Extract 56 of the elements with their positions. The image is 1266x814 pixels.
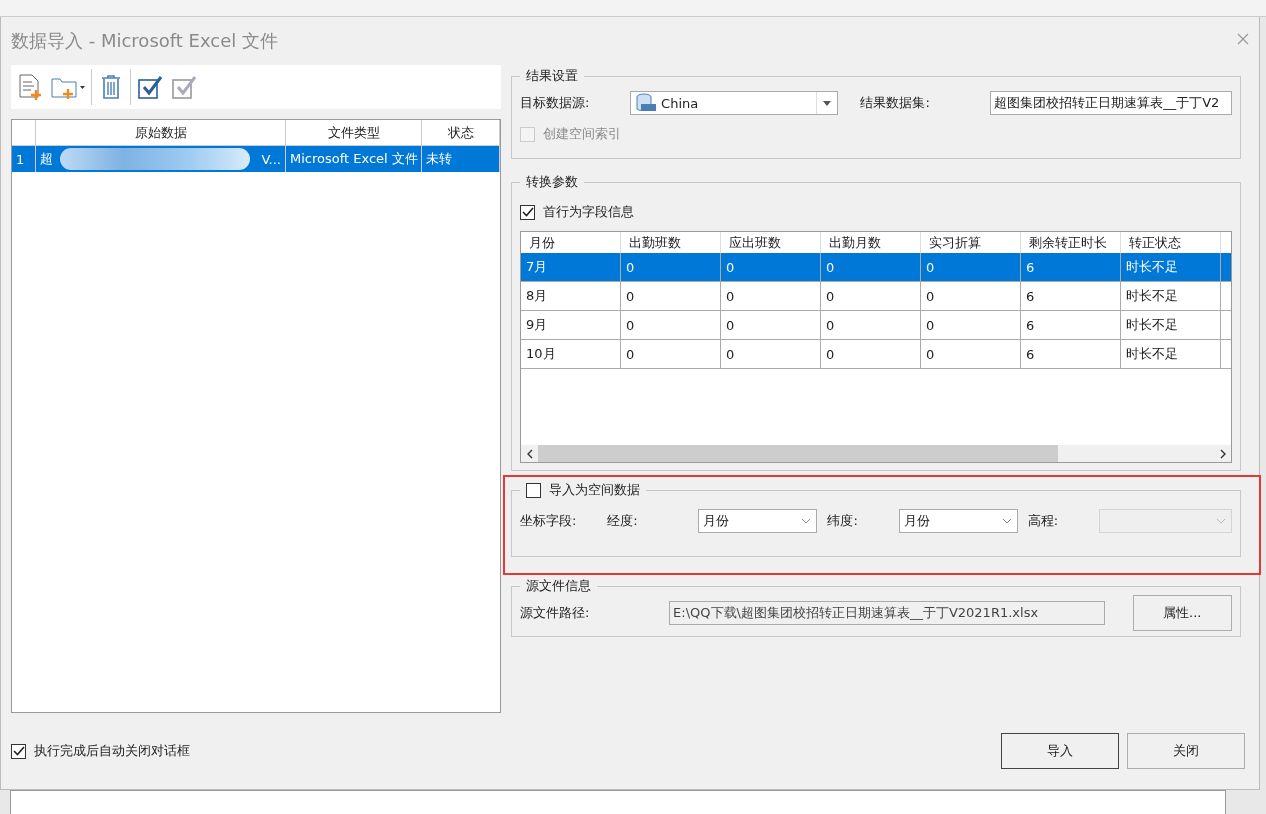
checkbox-label: 导入为空间数据 bbox=[549, 481, 640, 499]
scroll-left-icon[interactable] bbox=[526, 448, 533, 459]
dropdown-arrow-icon bbox=[823, 100, 832, 106]
file-row[interactable]: 1 超 V... Microsoft Excel 文件 未转 bbox=[12, 146, 500, 172]
group-title: 转换参数 bbox=[525, 173, 579, 191]
properties-button[interactable]: 属性... bbox=[1132, 595, 1232, 631]
horizontal-scrollbar[interactable] bbox=[521, 445, 1231, 462]
field-label: 经度: bbox=[607, 512, 639, 530]
source-path-field[interactable]: E:\QQ下载\超图集团校招转正日期速算表__于丁V2021R1.xlsx bbox=[669, 601, 1105, 625]
table-cell: 0 bbox=[921, 340, 1021, 369]
table-cell: 未转 bbox=[422, 146, 500, 172]
table-cell: Microsoft Excel 文件 bbox=[286, 146, 422, 172]
table-row[interactable]: 9月 0 0 0 0 6 时长不足 bbox=[521, 311, 1231, 340]
table-cell: 0 bbox=[821, 340, 921, 369]
table-row[interactable]: 10月 0 0 0 0 6 时长不足 bbox=[521, 340, 1231, 369]
checkbox[interactable] bbox=[526, 482, 541, 498]
table-row[interactable]: 8月 0 0 0 0 6 时长不足 bbox=[521, 282, 1231, 311]
field-dropdown[interactable] bbox=[1099, 509, 1232, 533]
field-label: 纬度: bbox=[827, 512, 859, 530]
dataset-field[interactable]: 超图集团校招转正日期速算表__于丁V2 bbox=[990, 91, 1232, 115]
table-cell: 10月 bbox=[521, 340, 621, 369]
chevron-down-icon bbox=[1216, 518, 1226, 524]
checkbox-label: 创建空间索引 bbox=[543, 125, 621, 143]
checkbox-label: 执行完成后自动关闭对话框 bbox=[34, 742, 190, 760]
group-title: 源文件信息 bbox=[525, 577, 592, 595]
scroll-right-icon[interactable] bbox=[1219, 448, 1226, 459]
field-label: 坐标字段: bbox=[520, 512, 578, 530]
file-name-end: V... bbox=[261, 151, 281, 167]
column-header[interactable]: 状态 bbox=[422, 120, 500, 145]
table-cell: 0 bbox=[621, 340, 721, 369]
checkbox-label: 首行为字段信息 bbox=[543, 203, 634, 221]
group-title: 结果设置 bbox=[525, 67, 579, 85]
checkbox[interactable] bbox=[11, 743, 26, 759]
field-label: 源文件路径: bbox=[520, 604, 591, 622]
column-header[interactable]: 文件类型 bbox=[286, 120, 422, 145]
datasource-dropdown[interactable]: China bbox=[630, 91, 839, 115]
close-button[interactable]: 关闭 bbox=[1127, 733, 1245, 769]
field-label: 结果数据集: bbox=[860, 94, 931, 112]
field-dropdown[interactable]: 月份 bbox=[698, 509, 818, 533]
table-cell: 0 bbox=[721, 340, 821, 369]
row-number: 1 bbox=[12, 146, 36, 172]
chevron-down-icon bbox=[1001, 518, 1012, 524]
window-title: 数据导入 - Microsoft Excel 文件 bbox=[11, 29, 278, 53]
file-name-start: 超 bbox=[40, 150, 53, 168]
field-dropdown[interactable]: 月份 bbox=[898, 509, 1018, 533]
column-header[interactable]: 原始数据 bbox=[36, 120, 286, 145]
field-label: 高程: bbox=[1027, 512, 1060, 530]
table-cell: 6 bbox=[1021, 340, 1121, 369]
import-button[interactable]: 导入 bbox=[1001, 733, 1119, 769]
field-label: 目标数据源: bbox=[520, 94, 591, 112]
table-row[interactable]: 7月 0 0 0 0 6 时长不足 bbox=[521, 253, 1231, 282]
checkbox[interactable] bbox=[520, 204, 535, 220]
table-cell: 时长不足 bbox=[1121, 340, 1221, 369]
chevron-down-icon bbox=[801, 518, 812, 524]
close-icon[interactable] bbox=[1237, 33, 1249, 45]
database-icon bbox=[635, 93, 658, 113]
